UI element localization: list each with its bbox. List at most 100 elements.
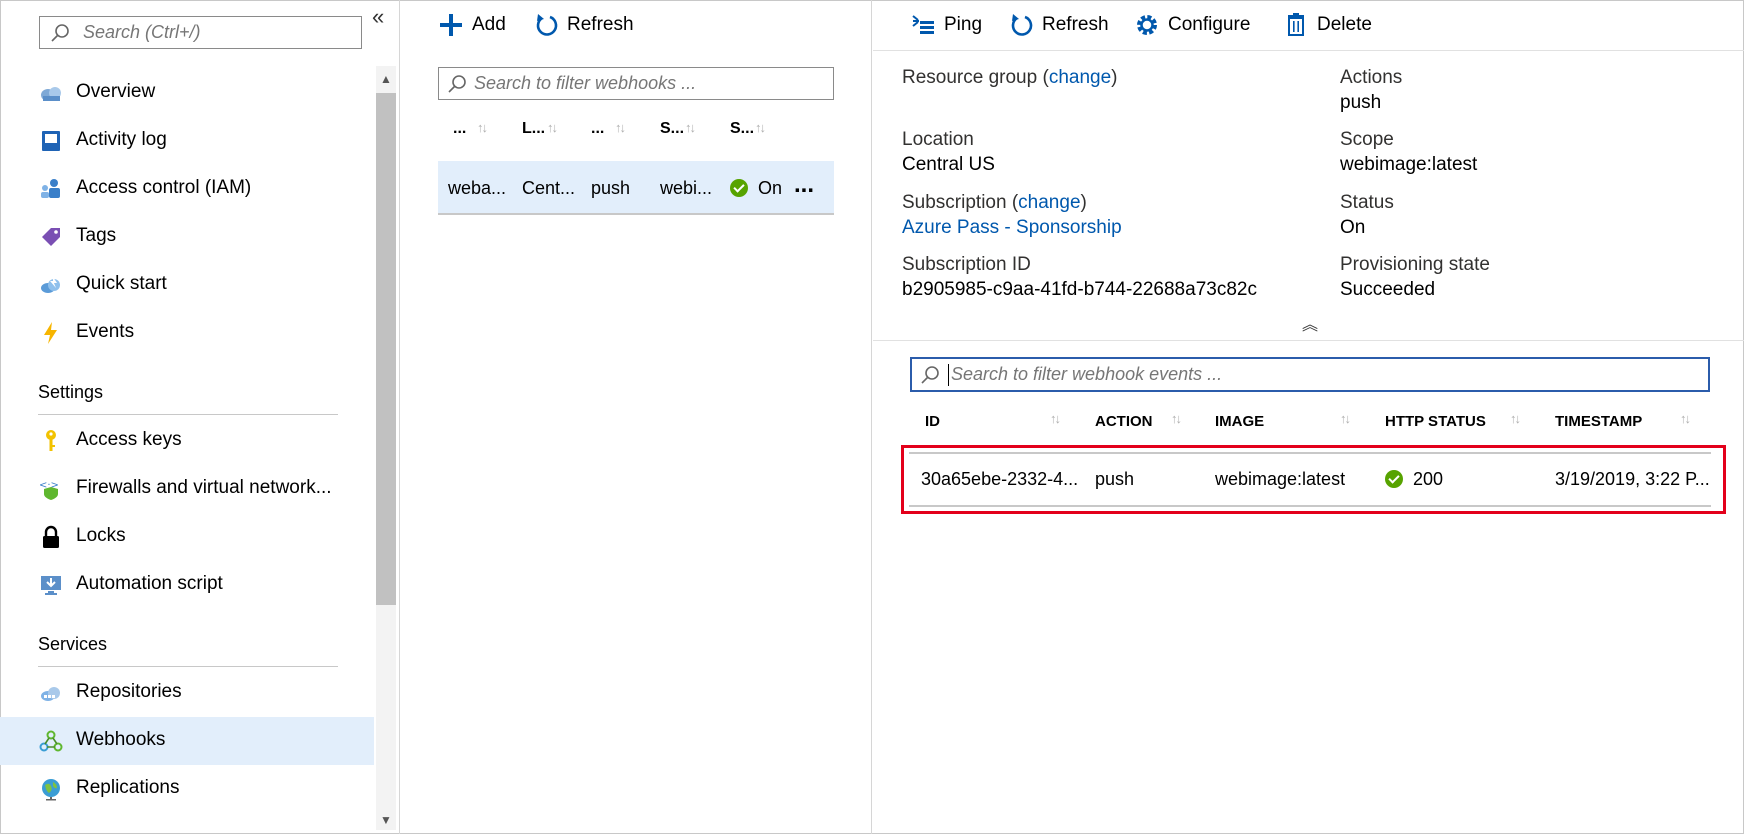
people-icon <box>41 179 60 198</box>
menu-item-locks[interactable]: Locks <box>0 513 374 561</box>
change-resource-group-link[interactable]: change <box>1049 67 1111 88</box>
check-circle-icon <box>730 179 748 197</box>
menu-item-label: Repositories <box>76 681 182 702</box>
ping-button[interactable]: Ping <box>910 10 982 40</box>
menu-item-label: Replications <box>76 777 180 798</box>
menu-search-input[interactable]: Search (Ctrl+/) <box>39 16 362 49</box>
gear-icon <box>1137 15 1157 35</box>
sort-icon[interactable]: ↑↓ <box>1340 411 1351 426</box>
webhook-name-cell: weba... <box>448 178 507 198</box>
menu-scrollbar-thumb[interactable] <box>376 93 396 605</box>
webhooks-list-pane: Add Refresh Search to filter webhooks ..… <box>400 0 872 834</box>
configure-button[interactable]: Configure <box>1134 10 1250 40</box>
webhook-location-cell: Cent... <box>522 178 576 198</box>
actions-label: Actions <box>1340 67 1403 88</box>
menu-item-access-keys[interactable]: Access keys <box>0 417 374 465</box>
menu-item-webhooks[interactable]: Webhooks <box>0 717 374 765</box>
highlight-box <box>901 445 1726 514</box>
add-button[interactable]: Add <box>438 10 506 40</box>
search-icon <box>921 366 939 384</box>
webhook-row[interactable]: weba... Cent... push webi... On ... <box>438 161 834 215</box>
collapse-essentials-icon[interactable]: ︾ <box>1302 313 1318 337</box>
cloud-overview-icon <box>41 87 61 101</box>
menu-item-overview[interactable]: Overview <box>0 69 374 117</box>
key-icon <box>46 430 56 451</box>
ping-label: Ping <box>944 14 983 35</box>
subscription-label: Subscription (change) <box>902 192 1087 213</box>
menu-item-label: Tags <box>76 225 117 246</box>
column-header-actions[interactable]: ... <box>591 120 604 138</box>
details-refresh-label: Refresh <box>1042 14 1109 35</box>
sort-icon[interactable]: ↑↓ <box>755 120 766 135</box>
scroll-down-icon[interactable]: ▼ <box>380 813 392 827</box>
sort-icon[interactable]: ↑↓ <box>685 120 696 135</box>
details-refresh-button[interactable]: Refresh <box>1008 10 1109 40</box>
column-header-location[interactable]: L... <box>522 120 545 138</box>
menu-item-firewalls[interactable]: <·> Firewalls and virtual network... <box>0 465 374 513</box>
location-label: Location <box>902 129 974 150</box>
webhook-status-text: On <box>758 178 783 198</box>
delete-button[interactable]: Delete <box>1283 10 1372 40</box>
subscription-id-value: b2905985-c9aa-41fd-b744-22688a73c82c <box>902 279 1257 300</box>
webhooks-filter-input[interactable]: Search to filter webhooks ... <box>438 67 834 100</box>
menu-item-automation-script[interactable]: Automation script <box>0 561 374 609</box>
network-shield-icon: <·> <box>39 480 59 500</box>
plus-icon <box>440 14 462 36</box>
resource-menu: Search (Ctrl+/) « Overview Activity log … <box>0 0 400 834</box>
column-header-timestamp[interactable]: TIMESTAMP <box>1555 413 1642 430</box>
column-header-name[interactable]: ... <box>453 120 466 138</box>
subscription-link[interactable]: Azure Pass - Sponsorship <box>902 217 1122 239</box>
sort-icon[interactable]: ↑↓ <box>1050 411 1061 426</box>
sort-icon[interactable]: ↑↓ <box>615 120 626 135</box>
scroll-up-icon[interactable]: ▲ <box>380 72 392 86</box>
refresh-button[interactable]: Refresh <box>533 10 634 40</box>
sort-icon[interactable]: ↑↓ <box>1510 411 1521 426</box>
column-header-image[interactable]: IMAGE <box>1215 413 1264 430</box>
lock-icon <box>43 525 59 548</box>
menu-item-label: Access keys <box>76 429 182 450</box>
text-cursor <box>948 364 949 386</box>
settings-heading: Settings <box>38 382 104 402</box>
services-heading: Services <box>38 634 108 654</box>
repositories-icon <box>41 687 60 701</box>
more-actions-button[interactable]: ... <box>794 171 814 199</box>
globe-icon <box>42 779 60 801</box>
webhook-icon <box>39 730 63 752</box>
menu-item-label: Events <box>76 321 135 342</box>
refresh-icon <box>1011 14 1033 36</box>
menu-item-replications[interactable]: Replications <box>0 765 374 813</box>
sort-icon[interactable]: ↑↓ <box>477 120 488 135</box>
collapse-menu-icon[interactable]: « <box>372 4 384 30</box>
resource-group-label: Resource group (change) <box>902 67 1118 88</box>
column-header-action[interactable]: ACTION <box>1095 413 1153 430</box>
change-subscription-link[interactable]: change <box>1018 192 1080 213</box>
menu-item-tags[interactable]: Tags <box>0 213 374 261</box>
menu-item-repositories[interactable]: Repositories <box>0 669 374 717</box>
search-icon <box>51 24 69 42</box>
column-header-http-status[interactable]: HTTP STATUS <box>1385 413 1486 430</box>
menu-item-events[interactable]: Events <box>0 309 374 357</box>
sort-icon[interactable]: ↑↓ <box>1680 411 1691 426</box>
settings-divider <box>38 414 338 415</box>
column-header-id[interactable]: ID <box>925 413 940 430</box>
configure-label: Configure <box>1168 14 1251 35</box>
events-filter-input[interactable]: Search to filter webhook events ... <box>910 357 1710 392</box>
menu-item-label: Quick start <box>76 273 167 294</box>
menu-item-label: Webhooks <box>76 729 166 750</box>
menu-item-label: Access control (IAM) <box>76 177 252 198</box>
menu-item-activity-log[interactable]: Activity log <box>0 117 374 165</box>
webhook-actions-cell: push <box>591 178 631 198</box>
scope-value: webimage:latest <box>1340 154 1478 175</box>
cloud-quickstart-icon <box>41 277 60 293</box>
provisioning-state-label: Provisioning state <box>1340 254 1490 275</box>
sort-icon[interactable]: ↑↓ <box>1171 411 1182 426</box>
ping-icon <box>912 15 934 34</box>
column-header-status[interactable]: S... <box>730 120 754 138</box>
status-value: On <box>1340 217 1366 238</box>
subscription-id-label: Subscription ID <box>902 254 1031 275</box>
menu-item-quick-start[interactable]: Quick start <box>0 261 374 309</box>
sort-icon[interactable]: ↑↓ <box>547 120 558 135</box>
scope-label: Scope <box>1340 129 1394 150</box>
menu-item-access-control[interactable]: Access control (IAM) <box>0 165 374 213</box>
column-header-scope[interactable]: S... <box>660 120 684 138</box>
